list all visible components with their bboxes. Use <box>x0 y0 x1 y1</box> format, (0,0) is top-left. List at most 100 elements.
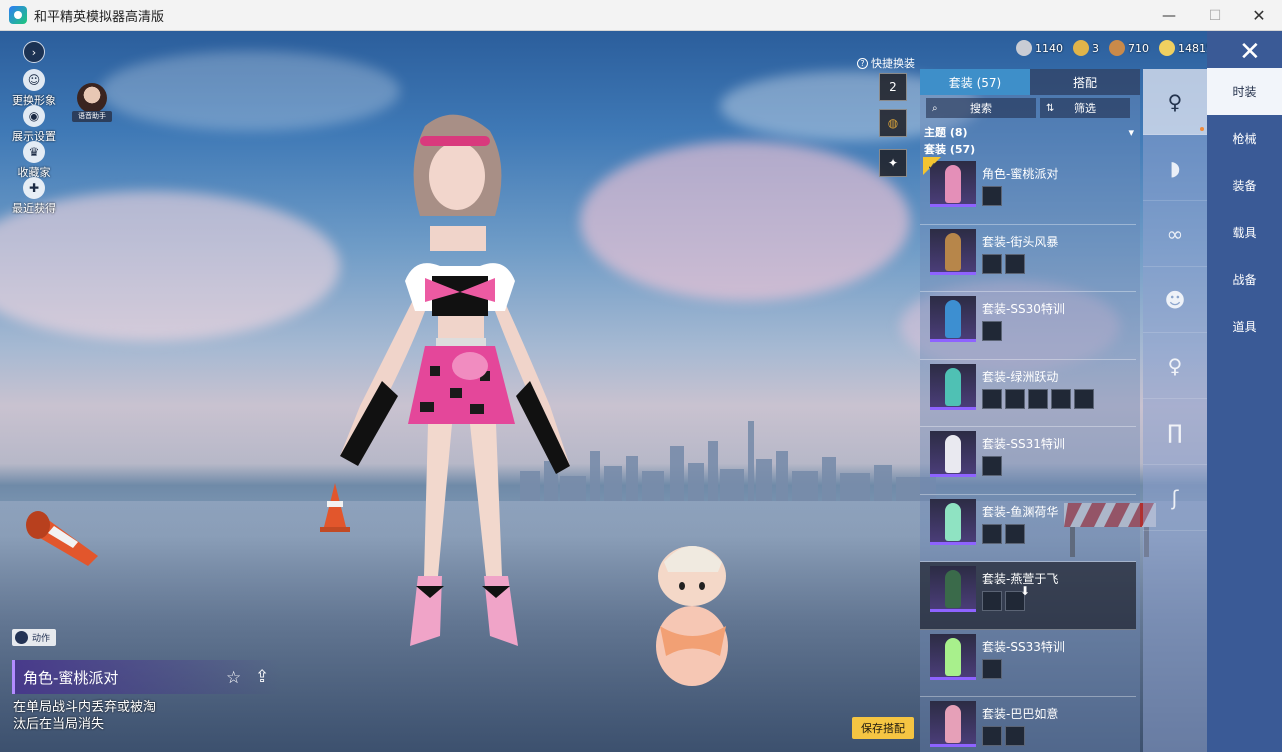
suit-part-icon[interactable] <box>1074 388 1094 409</box>
suit-part-icon[interactable] <box>982 321 1002 341</box>
category-mask[interactable]: ☻ <box>1143 267 1207 333</box>
currency-bar: 1140 3 710 148155 <box>1016 40 1230 56</box>
cap-icon: ◗ <box>1169 155 1181 180</box>
main-nav: ✕ 时装 枪械 装备 载具 战备 道具 <box>1207 31 1282 752</box>
suit-row[interactable]: 套装-街头风暴 <box>920 225 1136 292</box>
maximize-button[interactable]: ☐ <box>1192 0 1238 31</box>
suit-row[interactable]: 套装-SS33特训 <box>920 630 1136 697</box>
suit-part-icon[interactable] <box>982 253 1002 274</box>
action-button[interactable]: 动作 <box>12 629 57 646</box>
suit-part-icon[interactable] <box>1005 726 1025 746</box>
category-cap[interactable]: ◗ <box>1143 135 1207 201</box>
tab-combos[interactable]: 搭配 <box>1030 69 1140 95</box>
nav-weapons[interactable]: 枪械 <box>1207 115 1282 162</box>
suit-part-icon[interactable] <box>982 456 1002 476</box>
suit-row[interactable]: 套装-鱼渊荷华 <box>920 495 1136 562</box>
quick-outfit-slot-button[interactable]: 2 <box>879 73 907 101</box>
pants-icon: ∏ <box>1167 419 1183 444</box>
suit-part-icon[interactable] <box>1005 253 1025 274</box>
suit-part-icon[interactable] <box>1028 388 1048 409</box>
action-label: 动作 <box>32 634 51 644</box>
eye-icon: ◉ <box>23 105 45 127</box>
gift-icon: ✚ <box>23 177 45 199</box>
tab-suits[interactable]: 套装 (57) <box>920 69 1030 95</box>
suit-part-icon[interactable] <box>982 523 1002 544</box>
currency-item: 3 <box>1073 40 1099 56</box>
filter-label: 筛选 <box>1074 102 1096 115</box>
suit-name: 套装-巴巴如意 <box>982 707 1059 721</box>
close-icon[interactable]: ✕ <box>1239 37 1261 67</box>
suit-part-icon[interactable] <box>982 726 1002 746</box>
suit-part-icon[interactable] <box>982 658 1002 679</box>
favorite-icon[interactable]: ☆ <box>226 668 241 688</box>
save-outfit-button[interactable]: 保存搭配 <box>852 717 914 739</box>
suit-figure <box>945 435 961 473</box>
quick-emblem-button[interactable]: ✦ <box>879 149 907 177</box>
window-titlebar: 和平精英模拟器高清版 — ☐ ✕ <box>0 0 1282 31</box>
outfit-icon: ♀ <box>1167 353 1183 378</box>
suit-row[interactable]: 套装-燕萱于飞 ⬇ <box>920 562 1136 630</box>
nav-equipment[interactable]: 装备 <box>1207 162 1282 209</box>
suit-thumbnail <box>930 296 976 342</box>
suit-part-icon[interactable] <box>1005 388 1025 409</box>
category-pants[interactable]: ∏ <box>1143 399 1207 465</box>
coin-bronze-icon <box>1109 40 1125 56</box>
nav-vehicles[interactable]: 载具 <box>1207 209 1282 256</box>
suit-figure <box>945 232 961 271</box>
voice-assistant-button[interactable]: 语音助手 <box>72 83 112 125</box>
collector-button[interactable]: ♛ 收藏家 <box>6 141 62 180</box>
suit-part-icon[interactable] <box>1005 523 1025 544</box>
recently-obtained-button[interactable]: ✚ 最近获得 <box>6 177 62 216</box>
filter-button[interactable]: ⇅ 筛选 <box>1040 98 1130 118</box>
game-scene: › ☺ 更换形象 ◉ 展示设置 ♛ 收藏家 ✚ 最近获得 语音助手 ? 快捷换装… <box>0 31 1282 752</box>
category-socks[interactable]: ʃ <box>1143 465 1207 531</box>
suit-part-icon[interactable] <box>982 591 1002 611</box>
suit-thumbnail <box>930 228 976 275</box>
outfit-list-panel: 套装 (57) 搭配 ⌕ 搜索 ⇅ 筛选 主题 (8) ▾ 套装 (57) ✓ 角… <box>920 69 1140 752</box>
expand-menu-button[interactable]: › <box>23 41 45 63</box>
search-input[interactable]: ⌕ 搜索 <box>926 98 1036 118</box>
mascot-figure <box>656 546 728 686</box>
category-glasses[interactable]: ∞ <box>1143 201 1207 267</box>
help-icon[interactable]: ? <box>857 57 868 69</box>
traffic-cone <box>26 511 98 566</box>
glasses-icon: ∞ <box>1166 221 1184 246</box>
suit-row[interactable]: 套装-SS31特训 <box>920 427 1136 495</box>
suit-part-icon[interactable] <box>982 388 1002 409</box>
suit-parts <box>982 321 1002 341</box>
minimize-button[interactable]: — <box>1146 0 1192 31</box>
suit-thumbnail <box>930 498 976 545</box>
badge-icon: ◍ <box>887 116 899 130</box>
suit-row[interactable]: 套装-绿洲跃动 <box>920 360 1136 427</box>
category-figure[interactable]: ♀ <box>1143 69 1207 135</box>
suit-row[interactable]: 套装-巴巴如意 <box>920 697 1136 752</box>
suit-figure <box>945 300 961 338</box>
suit-figure <box>945 637 961 676</box>
suit-part-icon[interactable] <box>982 186 1002 206</box>
quick-badge-button[interactable]: ◍ <box>879 109 907 137</box>
suit-figure <box>945 165 961 203</box>
currency-value: 1140 <box>1035 41 1063 55</box>
nav-combat-prep[interactable]: 战备 <box>1207 256 1282 303</box>
currency-item: 1140 <box>1016 40 1063 56</box>
window-close-button[interactable]: ✕ <box>1236 0 1282 31</box>
cloud <box>580 141 910 301</box>
share-icon[interactable]: ⇪ <box>255 667 269 687</box>
category-outfit[interactable]: ♀ <box>1143 333 1207 399</box>
nav-fashion[interactable]: 时装 <box>1207 68 1282 115</box>
change-avatar-button[interactable]: ☺ 更换形象 <box>6 69 62 108</box>
suit-row[interactable]: ✓ 角色-蜜桃派对 <box>920 157 1136 225</box>
download-icon[interactable]: ⬇ <box>1020 584 1030 598</box>
nav-items[interactable]: 道具 <box>1207 303 1282 350</box>
suit-part-icon[interactable] <box>1051 388 1071 409</box>
suit-row[interactable]: 套装-SS30特训 <box>920 292 1136 360</box>
suit-parts <box>982 186 1002 206</box>
suit-figure <box>945 367 961 406</box>
display-settings-button[interactable]: ◉ 展示设置 <box>6 105 62 144</box>
suit-parts <box>982 388 1094 409</box>
suit-parts <box>982 456 1002 476</box>
category-strip: ♀ ◗ ∞ ☻ ♀ ∏ ʃ <box>1143 69 1207 752</box>
socks-icon: ʃ <box>1171 485 1179 510</box>
panel-tabs: 套装 (57) 搭配 <box>920 69 1140 95</box>
theme-section-toggle[interactable]: 主题 (8) ▾ <box>920 123 1140 141</box>
